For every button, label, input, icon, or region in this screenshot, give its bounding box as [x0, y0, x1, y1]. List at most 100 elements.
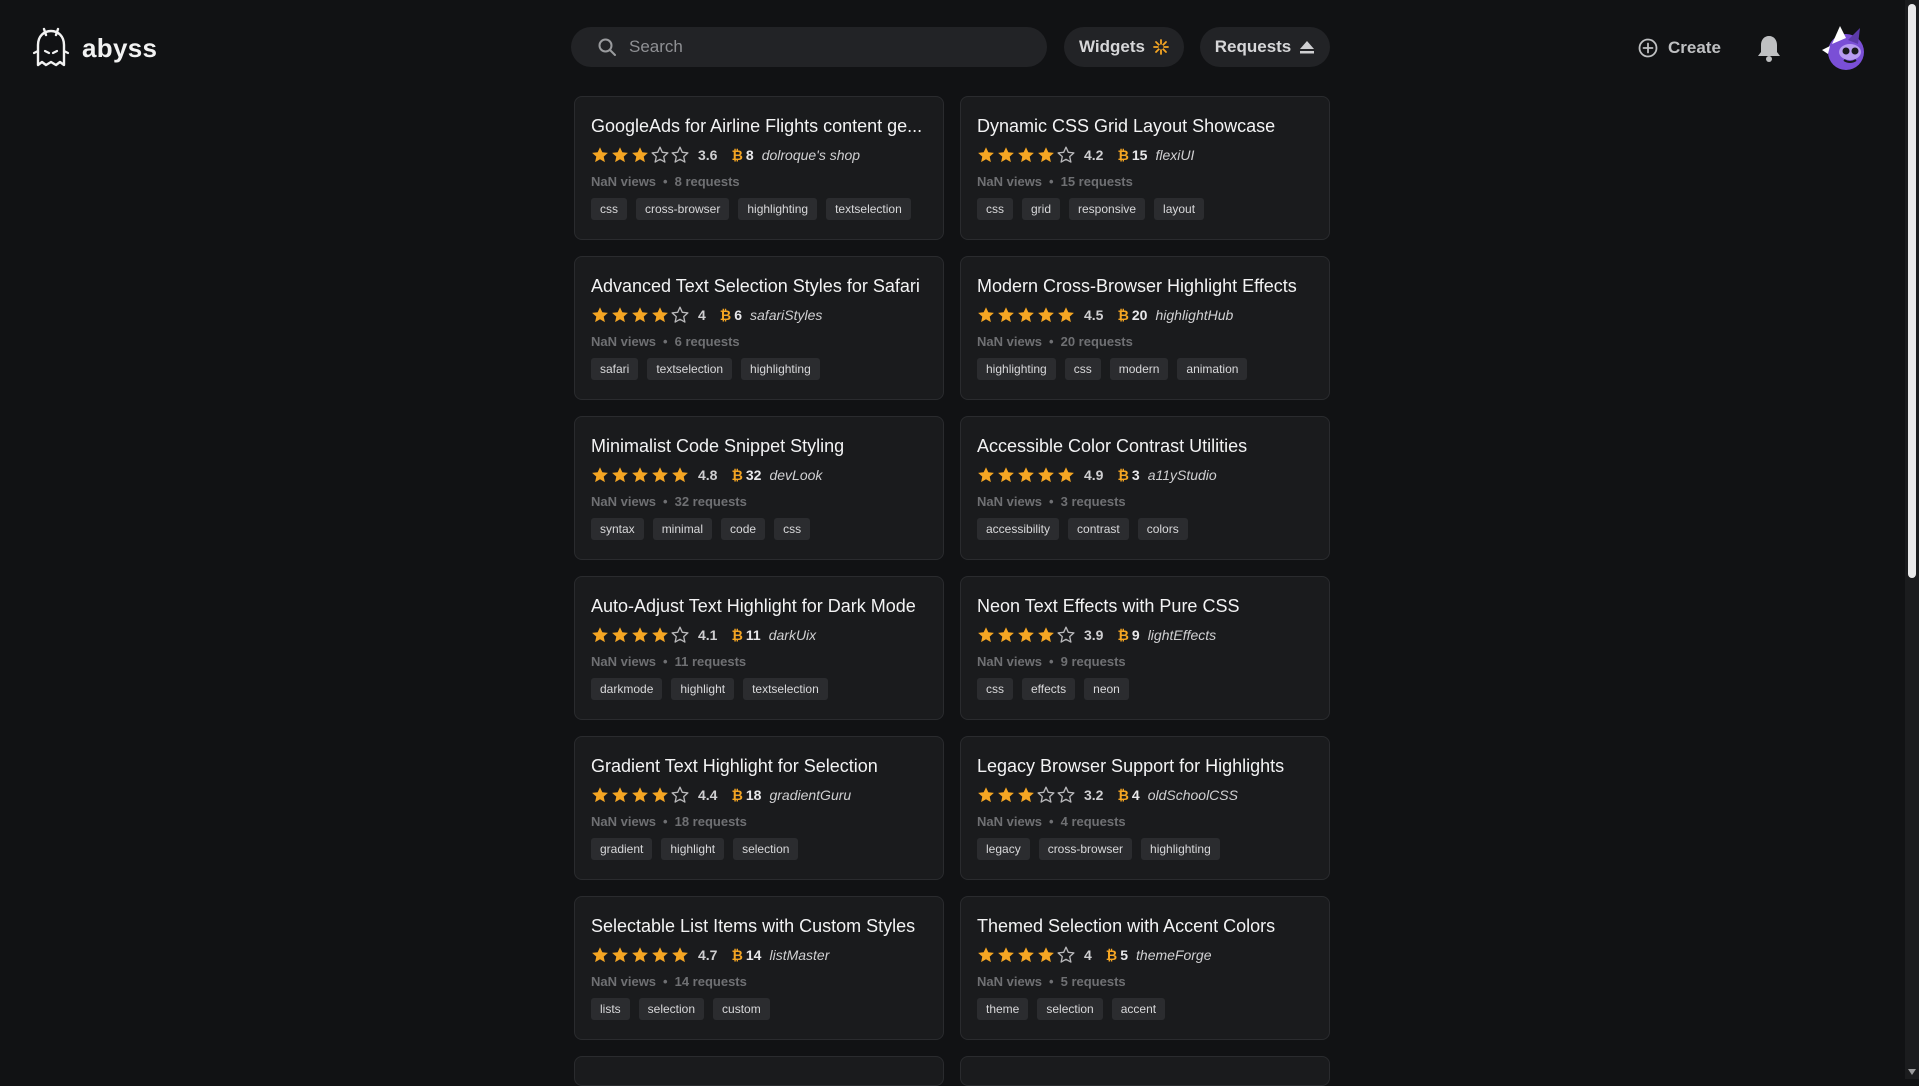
bell-icon[interactable]	[1756, 34, 1782, 62]
star-filled-icon	[1038, 627, 1054, 643]
tag[interactable]: safari	[591, 358, 639, 380]
tag[interactable]: neon	[1084, 678, 1129, 700]
star-filled-icon	[652, 947, 668, 963]
card-title[interactable]: Advanced Text Selection Styles for Safar…	[591, 275, 927, 297]
widget-card[interactable]: Minimalist Code Snippet Styling 4.8 ₿ 32 dev…	[574, 416, 944, 560]
tag[interactable]: selection	[733, 838, 799, 860]
author-link[interactable]: flexiUI	[1155, 147, 1194, 163]
tag[interactable]: highlighting	[977, 358, 1056, 380]
rating-value: 3.9	[1084, 627, 1104, 643]
requests-button[interactable]: Requests	[1200, 27, 1330, 67]
card-meta: 3.2 ₿ 4 oldSchoolCSS	[977, 785, 1313, 805]
tag[interactable]: custom	[713, 998, 770, 1020]
widget-card[interactable]: Dynamic CSS Grid Layout Showcase 4.2 ₿ 15 fl…	[960, 96, 1330, 240]
card-title[interactable]: Neon Text Effects with Pure CSS	[977, 595, 1313, 617]
tag[interactable]: code	[721, 518, 766, 540]
author-link[interactable]: a11yStudio	[1148, 467, 1217, 483]
tag[interactable]: highlighting	[741, 358, 820, 380]
tag[interactable]: minimal	[652, 518, 713, 540]
widget-card[interactable]: Modern Cross-Browser Highlight Effects 4.…	[960, 256, 1330, 400]
author-link[interactable]: safariStyles	[750, 307, 822, 323]
tag-list: css cross-browser highlighting textselectio…	[591, 198, 927, 220]
tag[interactable]: textselection	[647, 358, 733, 380]
tag[interactable]: accent	[1111, 998, 1166, 1020]
tag[interactable]: colors	[1137, 518, 1188, 540]
author-link[interactable]: themeForge	[1136, 947, 1211, 963]
card-title[interactable]: Dynamic CSS Grid Layout Showcase	[977, 115, 1313, 137]
card-title[interactable]: Accessible Color Contrast Utilities	[977, 435, 1313, 457]
card-title[interactable]: Modern Cross-Browser Highlight Effects	[977, 275, 1313, 297]
card-title[interactable]: Selectable List Items with Custom Styles	[591, 915, 927, 937]
author-link[interactable]: gradientGuru	[769, 787, 851, 803]
widget-card[interactable]	[574, 1056, 944, 1086]
widget-card[interactable]: Accessible Color Contrast Utilities 4.9 ₿ 3…	[960, 416, 1330, 560]
widget-card[interactable]: Neon Text Effects with Pure CSS 3.9 ₿ 9 ligh…	[960, 576, 1330, 720]
tag[interactable]: lists	[591, 998, 630, 1020]
author-link[interactable]: listMaster	[769, 947, 829, 963]
card-title[interactable]: GoogleAds for Airline Flights content ge…	[591, 115, 927, 137]
tag[interactable]: contrast	[1068, 518, 1129, 540]
card-title[interactable]: Minimalist Code Snippet Styling	[591, 435, 927, 457]
tag[interactable]: textselection	[826, 198, 911, 220]
rating-value: 4	[1084, 947, 1092, 963]
author-link[interactable]: dolroque's shop	[762, 147, 860, 163]
tag[interactable]: gradient	[591, 838, 653, 860]
tag[interactable]: textselection	[743, 678, 828, 700]
scroll-down-arrow-icon[interactable]	[1908, 1069, 1916, 1075]
avatar[interactable]	[1818, 22, 1870, 74]
tag[interactable]: highlight	[661, 838, 725, 860]
card-title[interactable]: Gradient Text Highlight for Selection	[591, 755, 927, 777]
tag[interactable]: syntax	[591, 518, 644, 540]
card-title[interactable]: Themed Selection with Accent Colors	[977, 915, 1313, 937]
separator-dot: •	[1049, 974, 1054, 989]
create-button[interactable]: Create	[1638, 30, 1721, 66]
widget-card[interactable]: GoogleAds for Airline Flights content ge…	[574, 96, 944, 240]
widgets-button[interactable]: Widgets	[1064, 27, 1184, 67]
logo[interactable]: abyss	[30, 26, 157, 70]
widget-card[interactable]: Advanced Text Selection Styles for Safar…	[574, 256, 944, 400]
tag[interactable]: theme	[977, 998, 1029, 1020]
tag[interactable]: cross-browser	[636, 198, 730, 220]
tag[interactable]: responsive	[1069, 198, 1146, 220]
widget-card[interactable]: Selectable List Items with Custom Styles…	[574, 896, 944, 1040]
scroll-thumb[interactable]	[1908, 4, 1916, 578]
tag[interactable]: layout	[1154, 198, 1205, 220]
tag[interactable]: selection	[1037, 998, 1103, 1020]
author-link[interactable]: devLook	[769, 467, 822, 483]
scrollbar[interactable]	[1905, 0, 1919, 1079]
tag[interactable]: cross-browser	[1038, 838, 1133, 860]
search-bar[interactable]	[571, 27, 1047, 67]
widget-card[interactable]: Auto-Adjust Text Highlight for Dark Mode…	[574, 576, 944, 720]
tag[interactable]: css	[1064, 358, 1101, 380]
author-link[interactable]: lightEffects	[1148, 627, 1216, 643]
tag[interactable]: highlighting	[1141, 838, 1220, 860]
tag[interactable]: highlight	[671, 678, 735, 700]
tag[interactable]: darkmode	[591, 678, 663, 700]
card-title[interactable]: Auto-Adjust Text Highlight for Dark Mode	[591, 595, 927, 617]
tag[interactable]: grid	[1022, 198, 1061, 220]
widget-card[interactable]: Themed Selection with Accent Colors 4 ₿ 5 th…	[960, 896, 1330, 1040]
author-link[interactable]: oldSchoolCSS	[1148, 787, 1238, 803]
tag[interactable]: effects	[1022, 678, 1076, 700]
widget-card[interactable]	[960, 1056, 1330, 1086]
widget-card[interactable]: Legacy Browser Support for Highlights 3.2…	[960, 736, 1330, 880]
star-rating	[591, 466, 689, 484]
bounty-amount: 14	[745, 947, 762, 963]
search-input[interactable]	[627, 36, 1031, 58]
tag[interactable]: modern	[1109, 358, 1169, 380]
tag[interactable]: css	[774, 518, 811, 540]
tag[interactable]: animation	[1177, 358, 1248, 380]
card-title[interactable]: Legacy Browser Support for Highlights	[977, 755, 1313, 777]
widget-card[interactable]: Gradient Text Highlight for Selection 4.4…	[574, 736, 944, 880]
tag[interactable]: highlighting	[738, 198, 818, 220]
author-link[interactable]: darkUix	[769, 627, 816, 643]
author-link[interactable]: highlightHub	[1155, 307, 1233, 323]
tag[interactable]: legacy	[977, 838, 1030, 860]
tag[interactable]: css	[977, 198, 1013, 220]
tag[interactable]: css	[591, 198, 627, 220]
star-filled-icon	[978, 147, 994, 163]
tag[interactable]: css	[977, 678, 1013, 700]
tag[interactable]: accessibility	[977, 518, 1060, 540]
tag[interactable]: selection	[638, 998, 705, 1020]
star-filled-icon	[1038, 947, 1054, 963]
